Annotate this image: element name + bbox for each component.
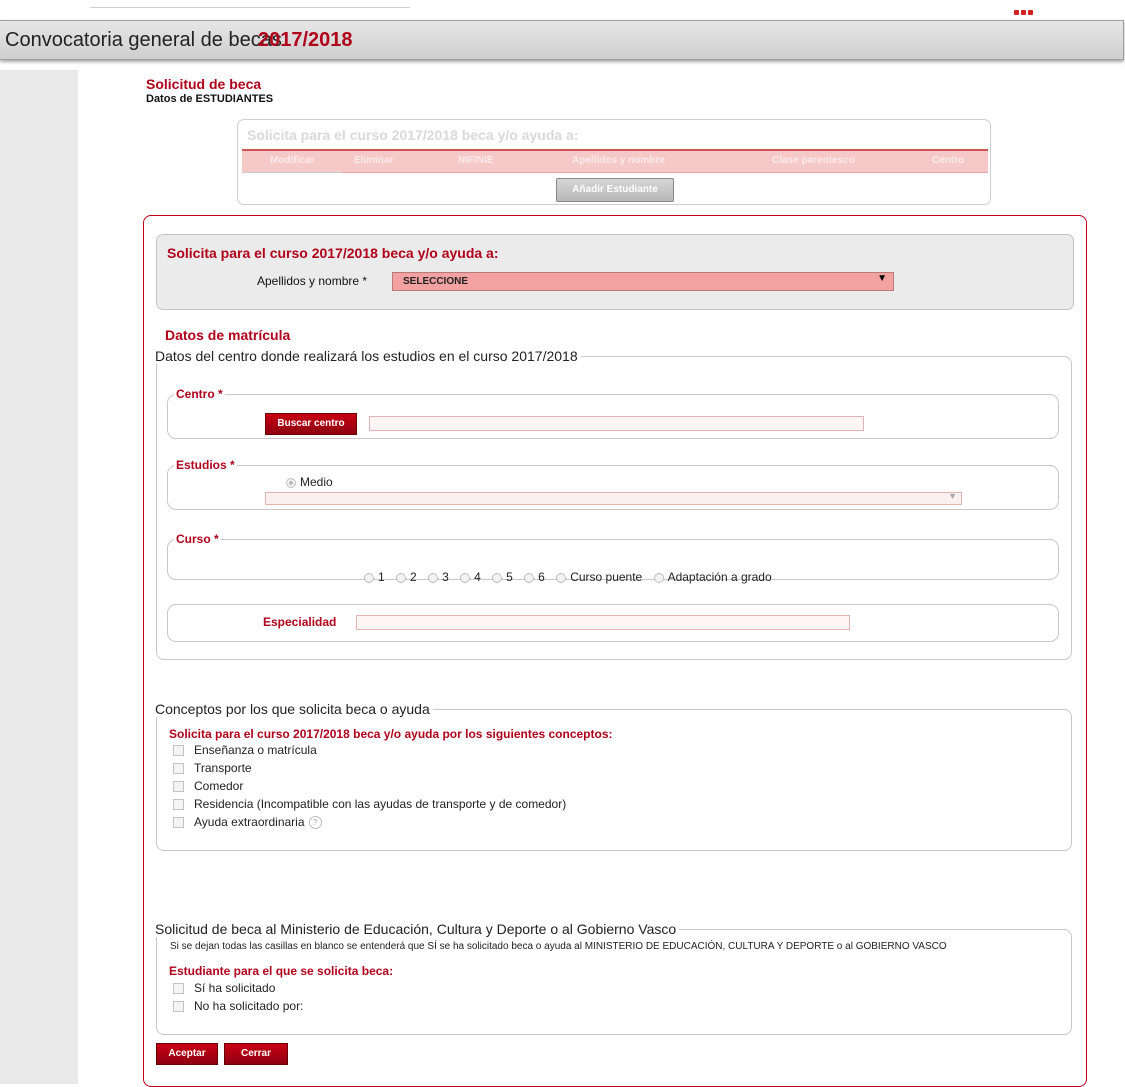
concepto-transporte[interactable]: Transporte [173,761,252,775]
concepto-ayuda-extraordinaria[interactable]: Ayuda extraordinaria? [173,815,322,830]
checkbox-icon [173,1001,184,1013]
col-centro: Centro [932,155,965,166]
checkbox-icon [173,799,184,811]
left-gutter [0,70,78,1084]
curso-option-3[interactable]: 3 [428,570,449,584]
matricula-title: Datos de matrícula [165,327,291,343]
chevron-down-icon: ▼ [877,273,887,284]
students-header: Solicita para el curso 2017/2018 beca y/… [247,127,579,143]
ministerio-note: Si se dejan todas las casillas en blanco… [170,941,947,952]
especialidad-group: Especialidad [167,604,1059,642]
student-form-panel: Solicita para el curso 2017/2018 beca y/… [143,215,1087,1087]
ministerio-heading: Estudiante para el que se solicita beca: [169,964,394,978]
table-underline [242,172,342,173]
chevron-down-icon: ▼ [948,491,957,501]
top-divider [90,7,410,8]
col-apellidos: Apellidos y nombre [572,155,665,166]
estudios-option-label: Medio [300,475,333,489]
col-modificar: Modificar [270,155,315,166]
checkbox-icon [173,781,184,793]
ministerio-si[interactable]: Sí ha solicitado [173,981,275,995]
centro-input[interactable] [369,416,864,431]
curso-option-2[interactable]: 2 [396,570,417,584]
col-nif: NIF/NIE [458,155,494,166]
curso-options: 1 2 3 4 5 6 Curso puente Adaptación a gr… [364,570,780,584]
ministerio-no[interactable]: No ha solicitado por: [173,999,303,1013]
curso-option-4[interactable]: 4 [460,570,481,584]
accept-button[interactable]: Aceptar [156,1043,218,1065]
students-table-header: Modificar Eliminar NIF/NIE Apellidos y n… [242,149,988,173]
curso-label: Curso * [176,532,219,546]
curso-option-adaptacion[interactable]: Adaptación a grado [653,570,772,584]
select-header: Solicita para el curso 2017/2018 beca y/… [167,245,499,261]
estudios-select[interactable]: ▼ [265,491,962,505]
curso-group: Curso * 1 2 3 4 5 6 Curso puente Adaptac… [167,532,1059,584]
help-icon[interactable]: ? [308,816,322,830]
student-select-value: SELECCIONE [403,276,469,287]
estudios-label: Estudios * [176,458,235,472]
curso-option-5[interactable]: 5 [492,570,513,584]
centro-fieldset: Datos del centro donde realizará los est… [155,348,1072,660]
form-title: Solicitud de beca [146,76,262,92]
checkbox-icon [173,745,184,757]
col-eliminar: Eliminar [354,155,394,166]
col-parentesco: Clase parentesco [772,155,855,166]
students-panel: Solicita para el curso 2017/2018 beca y/… [237,119,991,205]
student-select-label: Apellidos y nombre * [257,274,368,288]
form-subtitle: Datos de ESTUDIANTES [146,93,274,105]
page-title-year: 2017/2018 [258,29,353,51]
centro-group: Centro * Buscar centro [167,387,1059,439]
close-button[interactable]: Cerrar [224,1043,288,1065]
curso-option-puente[interactable]: Curso puente [556,570,642,584]
ministerio-fieldset: Solicitud de beca al Ministerio de Educa… [155,921,1072,1035]
estudios-radio-medio[interactable]: Medio [286,475,333,489]
buscar-centro-button[interactable]: Buscar centro [265,413,357,435]
add-student-button[interactable]: Añadir Estudiante [556,178,674,202]
checkbox-icon [173,983,184,995]
concepto-comedor[interactable]: Comedor [173,779,243,793]
conceptos-heading: Solicita para el curso 2017/2018 beca y/… [169,727,613,741]
centro-label: Centro * [176,387,223,401]
conceptos-legend: Conceptos por los que solicita beca o ay… [155,701,430,717]
concepto-residencia[interactable]: Residencia (Incompatible con las ayudas … [173,797,566,811]
radio-icon [286,477,296,488]
conceptos-fieldset: Conceptos por los que solicita beca o ay… [155,701,1072,851]
curso-option-6[interactable]: 6 [524,570,545,584]
centro-legend: Datos del centro donde realizará los est… [155,348,578,364]
page-title: Convocatoria general de becas [5,29,282,51]
concepto-ensenanza[interactable]: Enseñanza o matrícula [173,743,317,757]
top-dots-icon [1014,2,1036,15]
especialidad-label: Especialidad [263,615,337,629]
curso-option-1[interactable]: 1 [364,570,385,584]
especialidad-input[interactable] [356,615,850,630]
student-select[interactable]: SELECCIONE ▼ [392,272,894,291]
checkbox-icon [173,817,184,829]
page-title-bar: Convocatoria general de becas 2017/2018 [0,20,1124,60]
estudios-group: Estudios * Medio ▼ [167,458,1059,510]
student-select-panel: Solicita para el curso 2017/2018 beca y/… [156,234,1074,310]
ministerio-legend: Solicitud de beca al Ministerio de Educa… [155,921,677,937]
checkbox-icon [173,763,184,775]
